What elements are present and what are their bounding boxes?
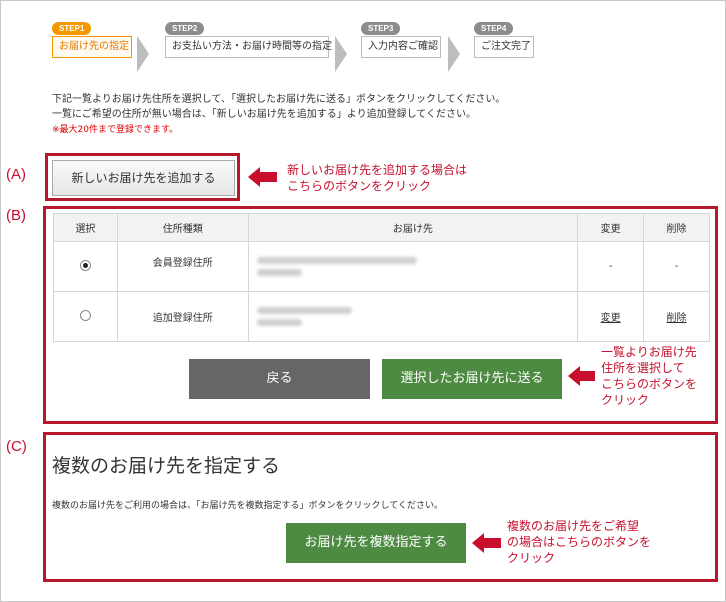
callout-b-line-4: クリック xyxy=(601,393,650,407)
header-select: 選択 xyxy=(53,213,118,242)
back-button[interactable]: 戻る xyxy=(189,359,370,399)
header-edit: 変更 xyxy=(577,213,645,242)
edit-link[interactable]: 変更 xyxy=(601,313,621,324)
multi-address-description: 複数のお届け先をご利用の場合は、「お届け先を複数指定する」ボタンをクリックしてく… xyxy=(52,501,443,511)
step-4-badge: STEP4 xyxy=(474,22,514,35)
arrow-shaft xyxy=(259,172,277,182)
callout-a-line-2: こちらのボタンをクリック xyxy=(287,179,432,193)
label-c: (C) xyxy=(6,438,27,455)
send-to-selected-button[interactable]: 選択したお届け先に送る xyxy=(382,359,562,399)
table-row: 会員登録住所 - - xyxy=(53,241,710,292)
address-blurred xyxy=(247,291,579,342)
table-header-row: 選択 住所種類 お届け先 変更 削除 xyxy=(53,213,710,242)
header-type: 住所種類 xyxy=(116,213,249,242)
address-blurred xyxy=(247,241,579,292)
address-type: 会員登録住所 xyxy=(116,241,249,292)
step-arrow-icon xyxy=(448,36,460,72)
callout-c-line-2: の場合はこちらのボタンを xyxy=(507,535,652,549)
step-3-badge: STEP3 xyxy=(361,22,401,35)
step-2-badge: STEP2 xyxy=(165,22,205,35)
address-radio[interactable] xyxy=(79,309,91,321)
arrow-shaft xyxy=(579,371,595,381)
table-row: 追加登録住所 変更 削除 xyxy=(53,291,710,342)
delete-link[interactable]: 削除 xyxy=(667,313,687,324)
instruction-line-2: 一覧にご希望の住所が無い場合は、「新しいお届け先を追加する」より追加登録してくだ… xyxy=(52,109,476,120)
step-2-label: お支払い方法・お届け時間等の指定 xyxy=(165,36,332,58)
address-type: 追加登録住所 xyxy=(116,291,249,342)
edit-cell: 変更 xyxy=(577,291,645,342)
delete-cell: - xyxy=(643,241,710,292)
instruction-line-1: 下記一覧よりお届け先住所を選択して、「選択したお届け先に送る」ボタンをクリックし… xyxy=(52,94,506,105)
step-1-label: お届け先の指定 xyxy=(52,36,132,58)
delete-cell: 削除 xyxy=(643,291,710,342)
multi-address-button[interactable]: お届け先を複数指定する xyxy=(286,523,466,563)
add-address-button[interactable]: 新しいお届け先を追加する xyxy=(52,160,235,196)
callout-a: 新しいお届け先を追加する場合は こちらのボタンをクリック xyxy=(287,162,467,194)
callout-a-line-1: 新しいお届け先を追加する場合は xyxy=(287,163,468,177)
blurred-address-line xyxy=(256,307,352,314)
callout-c-line-3: クリック xyxy=(507,551,556,565)
blurred-name-line xyxy=(256,319,302,326)
callout-c-line-1: 複数のお届け先をご希望 xyxy=(507,519,640,533)
header-delete: 削除 xyxy=(643,213,710,242)
step-arrow-icon xyxy=(137,36,149,72)
step-1-badge: STEP1 xyxy=(52,22,92,35)
callout-b-line-2: 住所を選択して xyxy=(601,361,685,375)
address-radio-selected[interactable] xyxy=(79,259,91,271)
header-destination: お届け先 xyxy=(247,213,579,242)
step-arrow-icon xyxy=(335,36,347,72)
select-cell xyxy=(53,291,118,342)
blurred-name-line xyxy=(256,269,302,276)
label-a: (A) xyxy=(6,166,26,183)
arrow-shaft xyxy=(483,538,501,548)
step-4-label: ご注文完了 xyxy=(474,36,534,58)
blurred-address-line xyxy=(256,257,417,264)
multi-address-title: 複数のお届け先を指定する xyxy=(52,455,281,477)
callout-b-line-1: 一覧よりお届け先 xyxy=(601,345,697,359)
select-cell xyxy=(53,241,118,292)
callout-b-line-3: こちらのボタンを xyxy=(601,377,698,391)
step-3-label: 入力内容ご確認 xyxy=(361,36,441,58)
callout-c: 複数のお届け先をご希望 の場合はこちらのボタンを クリック xyxy=(507,518,651,566)
label-b: (B) xyxy=(6,207,26,224)
callout-b: 一覧よりお届け先 住所を選択して こちらのボタンを クリック xyxy=(601,344,697,408)
max-note: ※最大20件まで登録できます。 xyxy=(52,125,179,135)
edit-cell: - xyxy=(577,241,645,292)
address-table: 選択 住所種類 お届け先 変更 削除 会員登録住所 - - 追加登録住所 変更 … xyxy=(53,213,710,342)
